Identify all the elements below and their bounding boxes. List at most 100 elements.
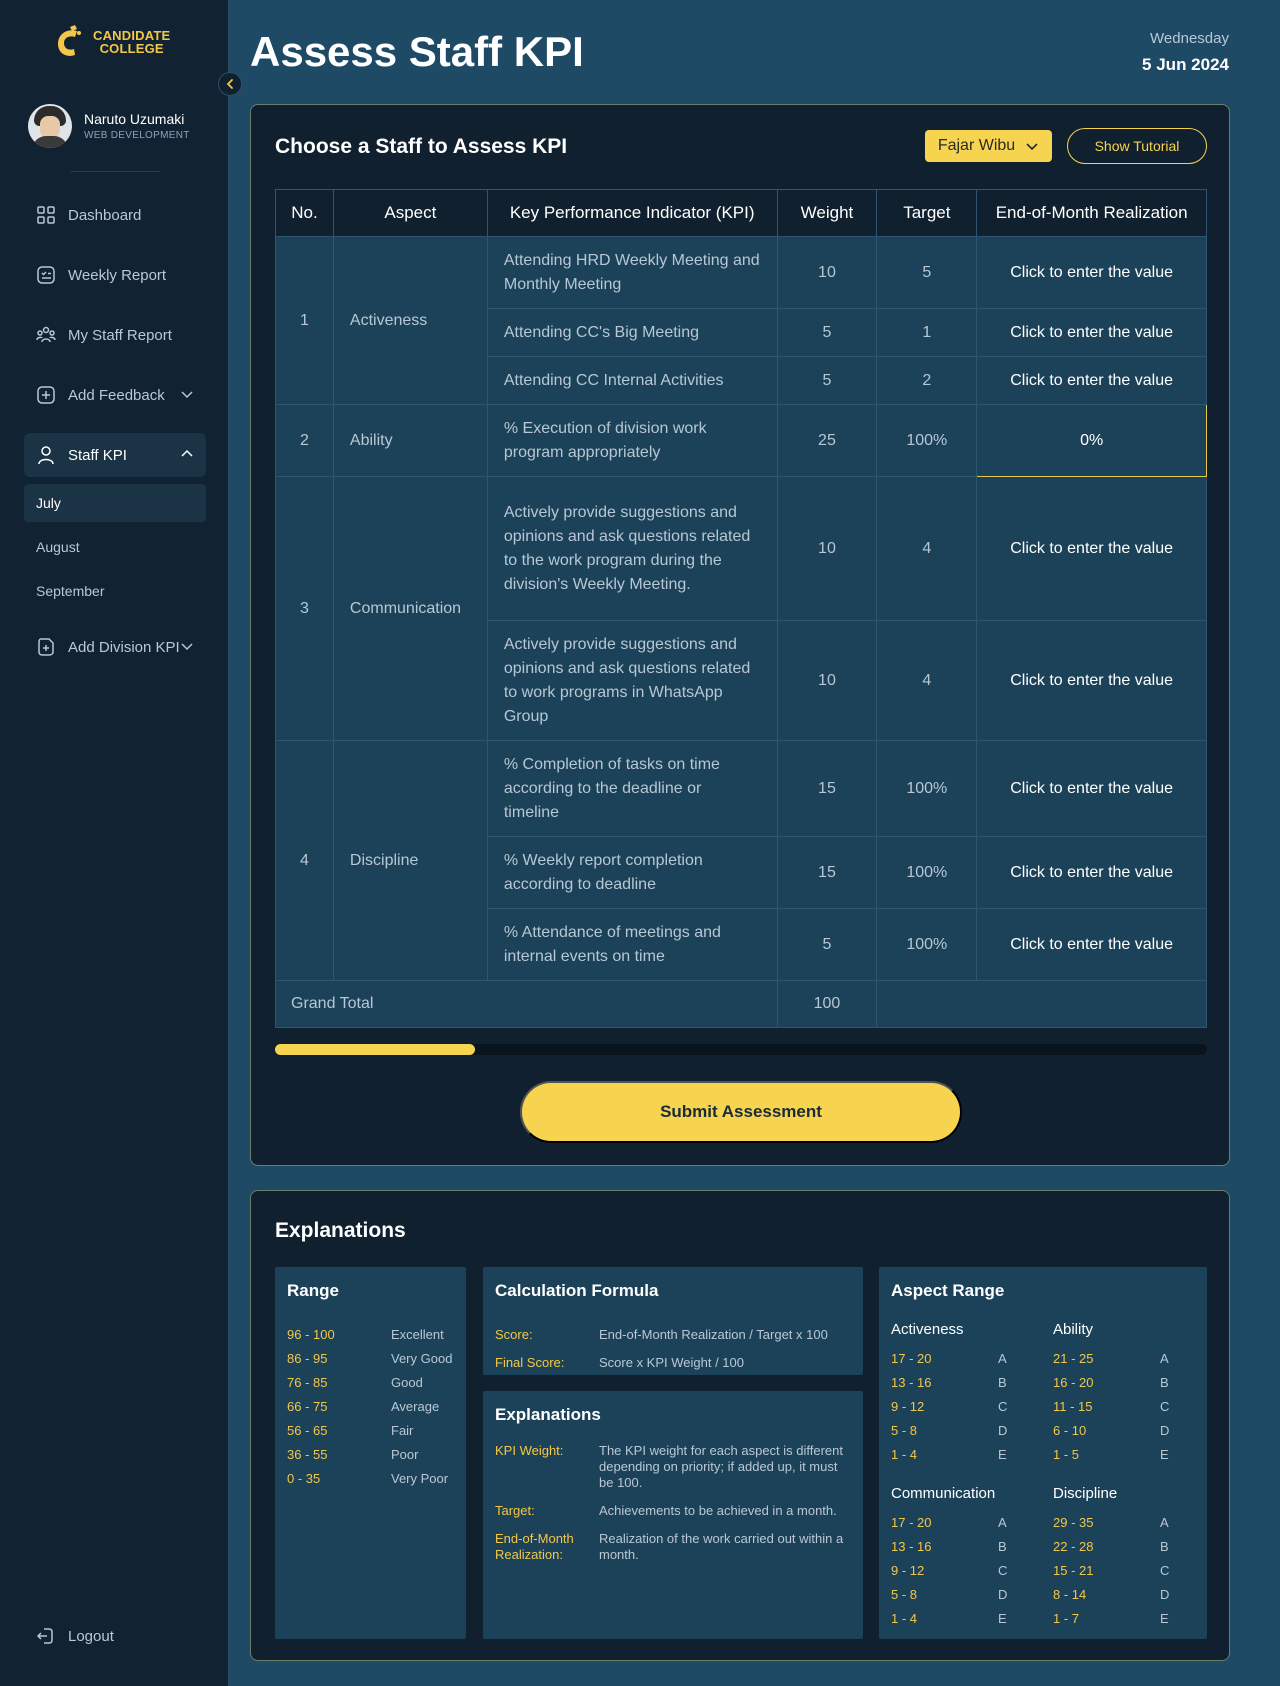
range-row: 86 - 95 Very Good (287, 1351, 452, 1366)
aspect-range-value: 6 - 10 (1053, 1423, 1087, 1438)
selected-staff: Fajar Wibu (937, 137, 1016, 154)
aspect-name: Activeness (332, 236, 488, 405)
chevron-left-icon (226, 79, 233, 89)
aspect-group-title: Ability (1053, 1321, 1094, 1338)
report-icon (37, 266, 55, 284)
aspect-range-value: 17 - 20 (891, 1351, 932, 1366)
sidebar-item-dashboard[interactable]: Dashboard (24, 193, 206, 237)
grand-total-value: 100 (776, 980, 878, 1028)
aspect-range-grade: D (1160, 1587, 1170, 1602)
kpi-target: 100% (876, 404, 978, 477)
realization-input-active[interactable]: 0% (976, 404, 1207, 477)
aspect-range-grade: E (1160, 1611, 1169, 1626)
aspect-range-value: 22 - 28 (1053, 1539, 1094, 1554)
brand-logo[interactable]: CANDIDATE COLLEGE (55, 24, 170, 60)
aspect-range-grade: A (1160, 1515, 1169, 1530)
sidebar-subitem-september[interactable]: September (24, 572, 206, 610)
realization-input[interactable]: Click to enter the value (976, 476, 1207, 621)
avatar (28, 104, 72, 148)
kpi-indicator: % Attendance of meetings and internal ev… (486, 908, 778, 981)
definitions-title: Explanations (495, 1405, 601, 1424)
range-label: Very Poor (391, 1471, 449, 1486)
submit-assessment-button[interactable]: Submit Assessment (520, 1081, 962, 1143)
range-value: 36 - 55 (287, 1447, 328, 1462)
add-document-icon (38, 638, 54, 656)
aspect-range-value: 13 - 16 (891, 1539, 932, 1554)
formula-row: Final Score: Score x KPI Weight / 100 (495, 1355, 744, 1370)
sidebar-item-staff-kpi[interactable]: Staff KPI (24, 433, 206, 477)
definition-value: Achievements to be achieved in a month. (599, 1503, 837, 1518)
realization-input[interactable]: Click to enter the value (976, 908, 1207, 981)
realization-input[interactable]: Click to enter the value (976, 836, 1207, 909)
plus-square-icon (37, 386, 55, 404)
aspect-range-row: 29 - 35 A (1053, 1515, 1169, 1530)
kpi-indicator: % Weekly report completion according to … (486, 836, 778, 909)
aspect-name: Discipline (332, 740, 488, 981)
grand-total-empty (876, 980, 1207, 1028)
sidebar-item-add-feedback[interactable]: Add Feedback (24, 373, 206, 417)
kpi-target: 100% (876, 836, 978, 909)
logout-button[interactable]: Logout (24, 1614, 206, 1658)
definition-key: Target: (495, 1503, 535, 1518)
user-profile[interactable]: Naruto Uzumaki WEB DEVELOPMENT (28, 104, 190, 148)
formula-title: Calculation Formula (495, 1281, 659, 1300)
chevron-down-icon (181, 643, 193, 651)
kpi-weight: 5 (776, 308, 878, 357)
aspect-range-row: 5 - 8 D (891, 1423, 1007, 1438)
sidebar-item-add-division-kpi[interactable]: Add Division KPI (24, 625, 206, 669)
aspect-range-value: 13 - 16 (891, 1375, 932, 1390)
aspect-range-grade: D (998, 1423, 1008, 1438)
realization-input[interactable]: Click to enter the value (976, 356, 1207, 405)
kpi-target: 2 (876, 356, 978, 405)
realization-input[interactable]: Click to enter the value (976, 740, 1207, 837)
sidebar-subitem-july[interactable]: July (24, 484, 206, 522)
aspect-range-row: 1 - 4 E (891, 1447, 1007, 1462)
range-label: Average (391, 1399, 440, 1414)
aspect-range-row: 8 - 14 D (1053, 1587, 1169, 1602)
aspect-range-grade: C (998, 1399, 1008, 1414)
definition-value: The KPI weight for each aspect is differ… (599, 1443, 844, 1490)
aspect-range-grade: B (1160, 1375, 1169, 1390)
kpi-target: 4 (876, 476, 978, 621)
aspect-range-value: 11 - 15 (1053, 1399, 1093, 1414)
kpi-target: 100% (876, 908, 978, 981)
sidebar-item-label: Weekly Report (68, 266, 167, 284)
kpi-table: No. Aspect Key Performance Indicator (KP… (275, 189, 1207, 1028)
column-header-aspect: Aspect (332, 189, 488, 237)
aspect-range-title: Aspect Range (891, 1281, 1005, 1300)
aspect-range-grade: E (1160, 1447, 1169, 1462)
definitions-panel: Explanations KPI Weight: The KPI weight f… (483, 1391, 863, 1639)
staff-select-dropdown[interactable]: Fajar Wibu (925, 130, 1052, 162)
kpi-card-title: Choose a Staff to Assess KPI (275, 135, 568, 158)
realization-input[interactable]: Click to enter the value (976, 620, 1207, 741)
realization-input[interactable]: Click to enter the value (976, 236, 1207, 309)
definition-row: Target: Achievements to be achieved in a … (495, 1503, 854, 1519)
table-header-row: No. Aspect Key Performance Indicator (KP… (275, 189, 1207, 237)
sidebar-item-label: Add Division KPI (68, 638, 180, 656)
chevron-down-icon (181, 391, 193, 399)
profile-divider (70, 171, 160, 172)
formula-value: Score x KPI Weight / 100 (599, 1355, 744, 1370)
candidate-college-logo-icon (58, 25, 81, 56)
sidebar-item-my-staff-report[interactable]: My Staff Report (24, 313, 206, 357)
kpi-indicator: Attending HRD Weekly Meeting and Monthly… (486, 236, 778, 309)
aspect-range-grade: E (998, 1611, 1007, 1626)
aspect-name: Communication (332, 476, 488, 741)
kpi-weight: 5 (776, 908, 878, 981)
range-value: 66 - 75 (287, 1399, 328, 1414)
aspect-range-grade: B (998, 1539, 1007, 1554)
aspect-number: 3 (275, 476, 334, 741)
range-panel: Range 96 - 100 Excellent 86 - 95 Very Good… (275, 1267, 466, 1639)
kpi-weight: 5 (776, 356, 878, 405)
definition-row: End-of-Month Realization: Realization of … (495, 1531, 854, 1563)
aspect-range-grade: B (1160, 1539, 1169, 1554)
range-value: 76 - 85 (287, 1375, 328, 1390)
sidebar-subitem-august[interactable]: August (24, 528, 206, 566)
kpi-indicator: Attending CC's Big Meeting (486, 308, 778, 357)
sidebar-collapse-button[interactable] (218, 72, 242, 96)
show-tutorial-button[interactable]: Show Tutorial (1067, 128, 1207, 164)
realization-input[interactable]: Click to enter the value (976, 308, 1207, 357)
aspect-range-row: 11 - 15 C (1053, 1399, 1169, 1414)
range-label: Poor (391, 1447, 419, 1462)
sidebar-item-weekly-report[interactable]: Weekly Report (24, 253, 206, 297)
